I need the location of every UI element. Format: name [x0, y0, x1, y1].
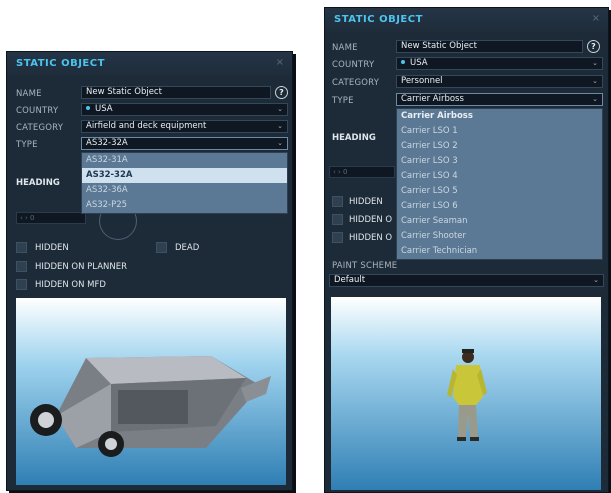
country-flag-icon	[401, 60, 405, 64]
ground-power-cart-image	[16, 298, 286, 485]
chevron-down-icon: ⌄	[277, 122, 283, 130]
paint-scheme-value: Default	[334, 275, 366, 285]
type-option[interactable]: Carrier LSO 2	[397, 139, 602, 154]
name-input[interactable]: New Static Object	[396, 40, 583, 53]
country-label: COUNTRY	[16, 106, 59, 116]
type-select[interactable]: Carrier Airboss ⌄	[396, 93, 603, 106]
type-option[interactable]: Carrier LSO 4	[397, 169, 602, 184]
close-icon[interactable]: ×	[592, 13, 600, 24]
category-label: CATEGORY	[16, 123, 64, 133]
model-preview	[331, 297, 601, 490]
hidden-on-planner-label: HIDDEN O	[349, 215, 393, 225]
chevron-down-icon: ⌄	[592, 59, 598, 67]
dead-label: DEAD	[175, 243, 200, 253]
heading-input[interactable]: ‹ › 0	[16, 212, 86, 224]
type-label: TYPE	[16, 140, 38, 150]
name-label: NAME	[16, 89, 42, 99]
hidden-on-mfd-checkbox[interactable]	[332, 232, 343, 243]
heading-input[interactable]: ‹ › 0	[329, 166, 395, 178]
chevron-down-icon: ⌄	[277, 105, 283, 113]
type-option-current[interactable]: Carrier Airboss	[397, 109, 602, 124]
type-select[interactable]: AS32-32A ⌄	[81, 137, 288, 150]
help-icon[interactable]: ?	[275, 86, 288, 99]
name-label: NAME	[332, 43, 358, 53]
type-option[interactable]: Carrier LSO 3	[397, 154, 602, 169]
heading-label: HEADING	[332, 133, 376, 143]
hidden-checkbox[interactable]	[332, 196, 343, 207]
title-bar[interactable]: STATIC OBJECT ×	[7, 52, 292, 76]
paint-scheme-label: PAINT SCHEME	[332, 261, 398, 271]
type-option[interactable]: Carrier LSO 5	[397, 184, 602, 199]
hidden-on-planner-label: HIDDEN ON PLANNER	[35, 262, 128, 272]
type-dropdown-list: Carrier Airboss Carrier LSO 1 Carrier LS…	[396, 108, 603, 260]
country-select[interactable]: USA ⌄	[396, 57, 603, 70]
type-value: AS32-32A	[86, 138, 128, 148]
name-value: New Static Object	[86, 87, 162, 97]
chevron-down-icon: ⌄	[592, 95, 598, 103]
country-value: USA	[95, 104, 113, 114]
country-select[interactable]: USA ⌄	[81, 103, 288, 116]
close-icon[interactable]: ×	[276, 57, 284, 68]
type-option-selected[interactable]: AS32-32A	[82, 168, 287, 183]
title-bar[interactable]: STATIC OBJECT ×	[325, 8, 608, 32]
category-label: CATEGORY	[332, 78, 380, 88]
static-object-panel-left: STATIC OBJECT × NAME New Static Object ?…	[6, 51, 293, 491]
panel-title: STATIC OBJECT	[334, 14, 423, 25]
hidden-checkbox[interactable]	[16, 242, 27, 253]
name-value: New Static Object	[401, 41, 477, 51]
type-option[interactable]: Carrier LSO 6	[397, 199, 602, 214]
hidden-on-mfd-label: HIDDEN O	[349, 233, 393, 243]
hidden-on-mfd-label: HIDDEN ON MFD	[35, 280, 106, 290]
carrier-crew-figure-image	[331, 297, 601, 490]
static-object-panel-right: STATIC OBJECT × NAME New Static Object ?…	[324, 7, 609, 493]
heading-label: HEADING	[16, 178, 60, 188]
hidden-on-planner-checkbox[interactable]	[332, 214, 343, 225]
category-value: Airfield and deck equipment	[86, 121, 207, 131]
paint-scheme-select[interactable]: Default ⌄	[329, 274, 604, 287]
name-input[interactable]: New Static Object	[81, 86, 271, 99]
type-option[interactable]: AS32-31A	[82, 153, 287, 168]
type-label: TYPE	[332, 96, 354, 106]
category-select[interactable]: Airfield and deck equipment ⌄	[81, 120, 288, 133]
type-option[interactable]: AS32-P25	[82, 198, 287, 213]
type-option[interactable]: Carrier Technician	[397, 244, 602, 259]
chevron-down-icon: ⌄	[593, 276, 599, 284]
country-label: COUNTRY	[332, 60, 375, 70]
category-value: Personnel	[401, 76, 443, 86]
country-flag-icon	[86, 106, 90, 110]
type-dropdown-list: AS32-31A AS32-32A AS32-36A AS32-P25	[81, 152, 288, 214]
panel-title: STATIC OBJECT	[16, 58, 105, 69]
type-option[interactable]: AS32-36A	[82, 183, 287, 198]
hidden-on-planner-checkbox[interactable]	[16, 261, 27, 272]
chevron-down-icon: ⌄	[277, 139, 283, 147]
country-value: USA	[410, 58, 428, 68]
hidden-on-mfd-checkbox[interactable]	[16, 279, 27, 290]
dead-checkbox[interactable]	[156, 242, 167, 253]
help-icon[interactable]: ?	[587, 40, 600, 53]
hidden-label: HIDDEN	[349, 197, 383, 207]
hidden-label: HIDDEN	[35, 243, 69, 253]
chevron-down-icon: ⌄	[592, 77, 598, 85]
category-select[interactable]: Personnel ⌄	[396, 75, 603, 88]
type-option[interactable]: Carrier Shooter	[397, 229, 602, 244]
type-option[interactable]: Carrier Seaman	[397, 214, 602, 229]
model-preview	[16, 298, 286, 485]
type-value: Carrier Airboss	[401, 94, 464, 104]
type-option[interactable]: Carrier LSO 1	[397, 124, 602, 139]
